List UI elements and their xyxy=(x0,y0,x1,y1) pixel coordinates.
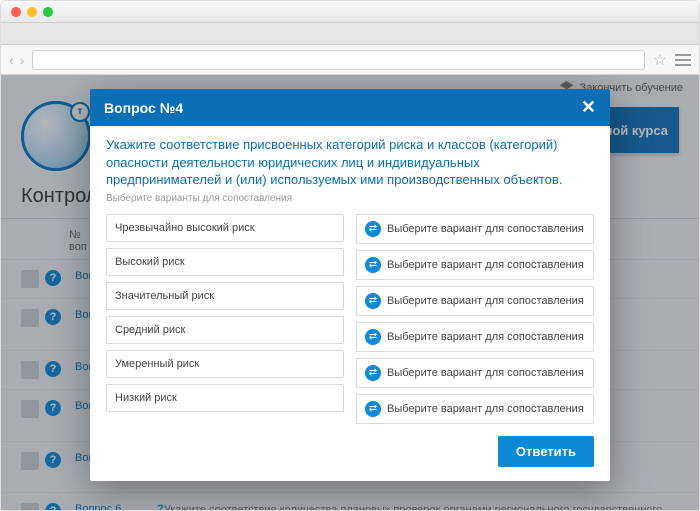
match-right-select[interactable]: ⇄ Выберите вариант для сопоставления xyxy=(356,214,594,244)
modal-title: Вопрос №4 xyxy=(104,100,183,116)
match-right-select[interactable]: ⇄ Выберите вариант для сопоставления xyxy=(356,394,594,424)
match-right-column: ⇄ Выберите вариант для сопоставления ⇄ Выбе… xyxy=(356,214,594,424)
matching-grid: Чрезвычайно высокий риск Высокий риск Знач… xyxy=(106,214,594,424)
window-minimize-icon[interactable] xyxy=(27,7,37,17)
modal-overlay: Вопрос №4 ✕ Укажите соответствие присвое… xyxy=(1,75,699,511)
browser-window: ‹ › ☆ Закончить обучение Л Работа с темо… xyxy=(0,0,700,511)
match-right-placeholder: Выберите вариант для сопоставления xyxy=(387,403,584,415)
match-right-placeholder: Выберите вариант для сопоставления xyxy=(387,331,584,343)
swap-arrows-icon: ⇄ xyxy=(365,365,381,381)
match-right-select[interactable]: ⇄ Выберите вариант для сопоставления xyxy=(356,322,594,352)
close-icon[interactable]: ✕ xyxy=(581,97,596,118)
window-close-icon[interactable] xyxy=(11,7,21,17)
bookmark-icon[interactable]: ☆ xyxy=(653,50,667,70)
match-left-item[interactable]: Чрезвычайно высокий риск xyxy=(106,214,344,242)
swap-arrows-icon: ⇄ xyxy=(365,221,381,237)
swap-arrows-icon: ⇄ xyxy=(365,293,381,309)
swap-arrows-icon: ⇄ xyxy=(365,329,381,345)
nav-back-icon[interactable]: ‹ xyxy=(9,52,14,68)
modal-question-text: Укажите соответствие присвоенных категор… xyxy=(106,136,594,189)
swap-arrows-icon: ⇄ xyxy=(365,401,381,417)
question-modal: Вопрос №4 ✕ Укажите соответствие присвое… xyxy=(90,89,610,481)
nav-forward-icon[interactable]: › xyxy=(20,52,25,68)
modal-header: Вопрос №4 ✕ xyxy=(90,89,610,126)
match-left-item[interactable]: Высокий риск xyxy=(106,248,344,276)
url-input[interactable] xyxy=(32,50,644,70)
match-right-placeholder: Выберите вариант для сопоставления xyxy=(387,259,584,271)
match-left-item[interactable]: Значительный риск xyxy=(106,282,344,310)
match-right-placeholder: Выберите вариант для сопоставления xyxy=(387,223,584,235)
match-right-select[interactable]: ⇄ Выберите вариант для сопоставления xyxy=(356,286,594,316)
window-titlebar xyxy=(1,1,699,23)
match-right-placeholder: Выберите вариант для сопоставления xyxy=(387,295,584,307)
match-left-column: Чрезвычайно высокий риск Высокий риск Знач… xyxy=(106,214,344,424)
hamburger-menu-icon[interactable] xyxy=(675,54,691,66)
match-right-placeholder: Выберите вариант для сопоставления xyxy=(387,367,584,379)
window-maximize-icon[interactable] xyxy=(43,7,53,17)
swap-arrows-icon: ⇄ xyxy=(365,257,381,273)
match-right-select[interactable]: ⇄ Выберите вариант для сопоставления xyxy=(356,358,594,388)
match-right-select[interactable]: ⇄ Выберите вариант для сопоставления xyxy=(356,250,594,280)
browser-tabs xyxy=(1,23,699,45)
browser-toolbar: ‹ › ☆ xyxy=(1,45,699,75)
match-left-item[interactable]: Низкий риск xyxy=(106,384,344,412)
match-left-item[interactable]: Средний риск xyxy=(106,316,344,344)
page-content: Закончить обучение Л Работа с темой курс… xyxy=(1,75,699,511)
answer-button[interactable]: Ответить xyxy=(498,436,594,467)
match-left-item[interactable]: Умеренный риск xyxy=(106,350,344,378)
modal-hint-text: Выберите варианты для сопоставления xyxy=(106,193,594,204)
